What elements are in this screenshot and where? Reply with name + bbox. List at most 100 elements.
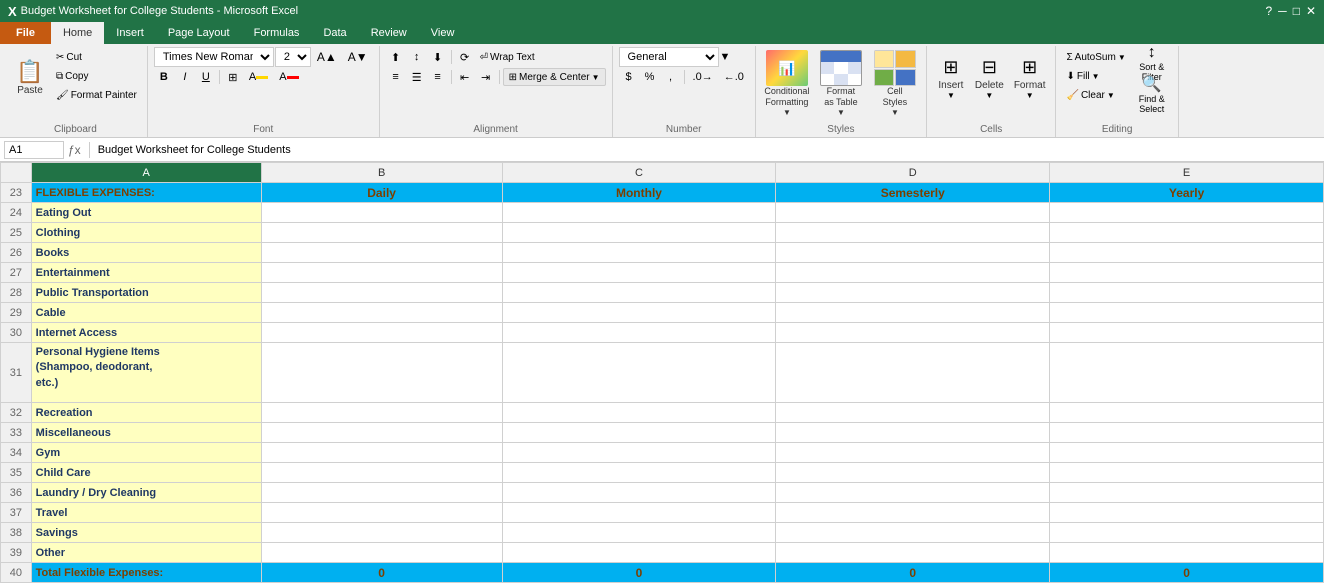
minimize-icon[interactable]: ─: [1278, 4, 1287, 18]
restore-icon[interactable]: □: [1293, 4, 1300, 18]
delete-arrow[interactable]: ▼: [985, 91, 993, 100]
table-cell[interactable]: [776, 223, 1050, 243]
table-cell[interactable]: Books: [31, 243, 261, 263]
table-cell[interactable]: Cable: [31, 303, 261, 323]
cell-styles-arrow[interactable]: ▼: [891, 108, 899, 117]
table-cell[interactable]: [1050, 243, 1324, 263]
font-color-button[interactable]: A: [274, 67, 303, 87]
table-cell[interactable]: [261, 503, 502, 523]
insert-arrow[interactable]: ▼: [947, 91, 955, 100]
underline-button[interactable]: U: [196, 67, 216, 87]
table-cell[interactable]: [502, 243, 776, 263]
bold-button[interactable]: B: [154, 67, 174, 87]
table-cell[interactable]: Daily: [261, 183, 502, 203]
table-cell[interactable]: [776, 543, 1050, 563]
table-cell[interactable]: [1050, 323, 1324, 343]
conditional-formatting-button[interactable]: 📊 ConditionalFormatting ▼: [762, 48, 812, 119]
table-cell[interactable]: [1050, 223, 1324, 243]
tab-insert[interactable]: Insert: [104, 22, 156, 44]
border-button[interactable]: ⊞: [223, 67, 243, 87]
table-cell[interactable]: [1050, 543, 1324, 563]
font-face-selector[interactable]: Times New Roman: [154, 47, 274, 67]
col-header-a[interactable]: A: [31, 163, 261, 183]
table-cell[interactable]: Public Transportation: [31, 283, 261, 303]
table-cell[interactable]: [776, 403, 1050, 423]
tab-file[interactable]: File: [0, 22, 51, 44]
table-cell[interactable]: [261, 323, 502, 343]
table-cell[interactable]: [776, 203, 1050, 223]
table-cell[interactable]: [776, 283, 1050, 303]
decrease-indent-button[interactable]: ⇤: [455, 67, 475, 87]
fill-arrow[interactable]: ▼: [1092, 72, 1100, 81]
increase-font-size-button[interactable]: A▲: [312, 47, 342, 67]
table-cell[interactable]: [502, 403, 776, 423]
table-cell[interactable]: Monthly: [502, 183, 776, 203]
table-cell[interactable]: Yearly: [1050, 183, 1324, 203]
table-cell[interactable]: [261, 543, 502, 563]
table-cell[interactable]: [502, 323, 776, 343]
table-cell[interactable]: [502, 443, 776, 463]
table-cell[interactable]: [1050, 463, 1324, 483]
insert-button[interactable]: ⊞ Insert ▼: [933, 48, 969, 108]
col-header-c[interactable]: C: [502, 163, 776, 183]
table-cell[interactable]: [1050, 483, 1324, 503]
table-cell[interactable]: Gym: [31, 443, 261, 463]
align-bottom-button[interactable]: ⬇: [428, 47, 448, 67]
table-cell[interactable]: [261, 523, 502, 543]
table-cell[interactable]: [261, 223, 502, 243]
increase-decimal-button[interactable]: .0→: [688, 67, 718, 87]
tab-page-layout[interactable]: Page Layout: [156, 22, 242, 44]
format-cells-button[interactable]: ⊞ Format ▼: [1010, 48, 1050, 108]
table-cell[interactable]: [776, 263, 1050, 283]
table-cell[interactable]: [502, 203, 776, 223]
align-center-button[interactable]: ☰: [407, 67, 427, 87]
close-icon[interactable]: ✕: [1306, 4, 1316, 18]
cut-button[interactable]: ✂ Cut: [52, 48, 141, 66]
table-cell[interactable]: [261, 243, 502, 263]
format-table-arrow[interactable]: ▼: [837, 108, 845, 117]
table-cell[interactable]: [776, 303, 1050, 323]
clear-button[interactable]: 🧹 Clear ▼: [1062, 86, 1129, 104]
table-cell[interactable]: [502, 303, 776, 323]
decrease-font-size-button[interactable]: A▼: [343, 47, 373, 67]
number-format-arrow[interactable]: ▼: [720, 51, 731, 63]
table-cell[interactable]: [1050, 203, 1324, 223]
table-cell[interactable]: Miscellaneous: [31, 423, 261, 443]
table-cell[interactable]: [1050, 423, 1324, 443]
table-cell[interactable]: [1050, 263, 1324, 283]
table-cell[interactable]: [502, 523, 776, 543]
window-controls[interactable]: ? ─ □ ✕: [1265, 4, 1316, 18]
table-cell[interactable]: [261, 483, 502, 503]
table-cell[interactable]: Savings: [31, 523, 261, 543]
format-as-table-button[interactable]: Formatas Table ▼: [816, 48, 866, 119]
dollar-button[interactable]: $: [619, 67, 639, 87]
table-cell[interactable]: Personal Hygiene Items(Shampoo, deodoran…: [31, 343, 261, 403]
table-cell[interactable]: [776, 323, 1050, 343]
table-cell[interactable]: Child Care: [31, 463, 261, 483]
table-cell[interactable]: [776, 343, 1050, 403]
table-cell[interactable]: [261, 343, 502, 403]
table-cell[interactable]: [1050, 343, 1324, 403]
table-cell[interactable]: Clothing: [31, 223, 261, 243]
table-cell[interactable]: [261, 263, 502, 283]
fill-color-button[interactable]: A: [244, 67, 273, 87]
table-cell[interactable]: [261, 403, 502, 423]
autosum-arrow[interactable]: ▼: [1118, 53, 1126, 62]
table-cell[interactable]: Semesterly: [776, 183, 1050, 203]
comma-button[interactable]: ,: [661, 67, 681, 87]
table-cell[interactable]: [502, 343, 776, 403]
table-cell[interactable]: Recreation: [31, 403, 261, 423]
conditional-formatting-arrow[interactable]: ▼: [783, 108, 791, 117]
italic-button[interactable]: I: [175, 67, 195, 87]
table-cell[interactable]: [1050, 523, 1324, 543]
table-cell[interactable]: [502, 543, 776, 563]
table-cell[interactable]: [261, 303, 502, 323]
fill-button[interactable]: ⬇ Fill ▼: [1062, 67, 1129, 85]
tab-review[interactable]: Review: [359, 22, 419, 44]
table-cell[interactable]: [261, 203, 502, 223]
table-cell[interactable]: [261, 283, 502, 303]
delete-button[interactable]: ⊟ Delete ▼: [971, 48, 1008, 108]
col-header-d[interactable]: D: [776, 163, 1050, 183]
align-top-button[interactable]: ⬆: [386, 47, 406, 67]
tab-home[interactable]: Home: [51, 22, 104, 44]
